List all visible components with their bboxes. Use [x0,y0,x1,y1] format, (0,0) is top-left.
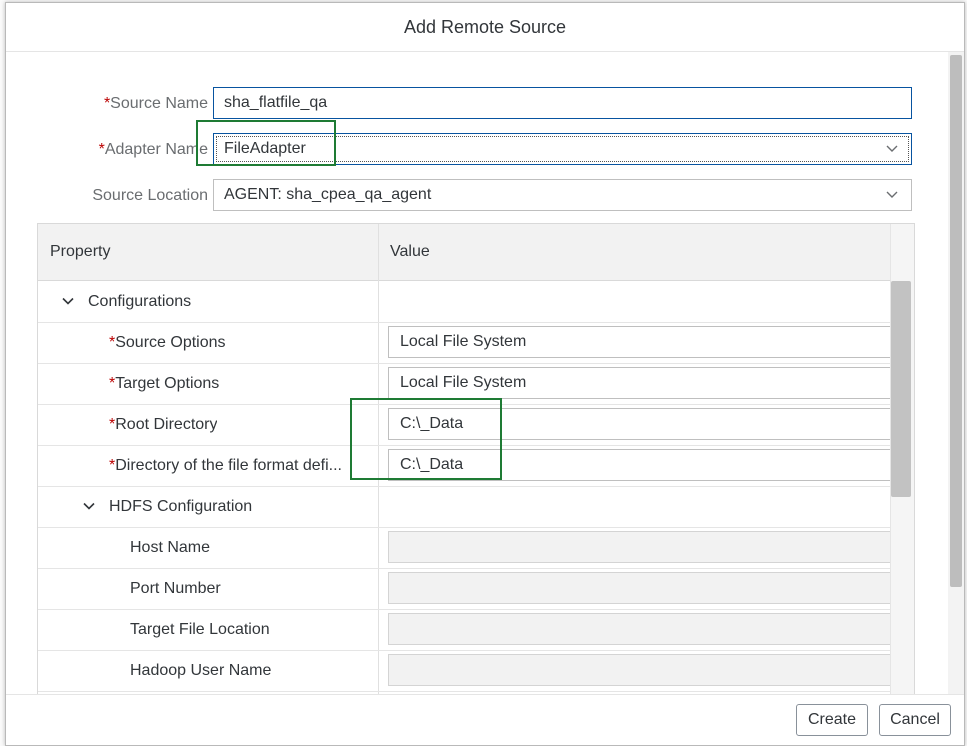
dialog-content: *Source Name sha_flatfile_qa *Adapter Na… [6,52,964,695]
cancel-button[interactable]: Cancel [879,704,951,736]
group-label: HDFS Configuration [109,497,253,515]
chevron-down-icon [886,145,898,152]
chevron-down-icon[interactable] [82,499,96,513]
table-row[interactable]: Configurations [38,281,890,323]
property-label: * Target Options [109,374,220,392]
source-name-label-wrap: *Source Name [6,87,208,121]
dialog-scrollbar-thumb[interactable] [950,55,962,587]
host-name-input [388,531,898,563]
column-header-value: Value [390,243,430,260]
dialog-title: Add Remote Source [403,16,567,37]
property-label: * Source Options [109,333,226,351]
property-label: Port Number [130,579,221,597]
table-row: * Directory of the file format defi... C:… [38,445,898,487]
property-table: Property Value Configurations * Source Op… [37,223,915,695]
target-options-select[interactable]: Local File System [388,367,898,399]
property-label: * Root Directory [109,415,218,433]
table-row: * Target Options Local File System [38,363,898,405]
hadoop-user-name-input [388,654,898,686]
table-row[interactable]: HDFS Configuration [38,486,890,528]
source-location-label: Source Location [92,187,208,204]
table-row: Target File Location [38,609,898,651]
port-number-input [388,572,898,604]
source-name-input[interactable]: sha_flatfile_qa [213,87,912,119]
source-location-label-wrap: Source Location [6,179,208,213]
source-name-label: *Source Name [103,95,208,112]
property-label: Hadoop User Name [130,661,272,679]
table-row: Port Number [38,568,898,610]
source-options-select[interactable]: Local File System [388,326,898,358]
dialog-header: Add Remote Source [6,3,964,52]
table-row: Host Name [38,527,898,569]
column-header-property: Property [50,243,111,260]
table-scrollbar-thumb[interactable] [891,281,911,497]
create-button[interactable]: Create [796,704,868,736]
chevron-down-icon [886,191,898,198]
adapter-name-select[interactable]: FileAdapter [213,133,912,165]
property-label: * Directory of the file format defi... [109,456,342,474]
target-file-location-input [388,613,898,645]
table-header: Property Value [38,224,890,281]
root-directory-input[interactable]: C:\_Data [388,408,898,440]
chevron-down-icon[interactable] [61,294,75,308]
property-label: Host Name [130,538,211,556]
table-row: Hadoop User Name [38,650,898,692]
table-row: * Source Options Local File System [38,322,898,364]
group-label: Configurations [88,292,192,310]
add-remote-source-dialog: Add Remote Source *Source Name sha_flatf… [5,2,965,746]
adapter-name-label: *Adapter Name [98,141,208,158]
file-format-directory-input[interactable]: C:\_Data [388,449,898,481]
source-location-select[interactable]: AGENT: sha_cpea_qa_agent [213,179,912,211]
property-label: Target File Location [130,620,270,638]
table-row: * Root Directory C:\_Data [38,404,898,446]
adapter-name-label-wrap: *Adapter Name [6,133,208,167]
dialog-footer: Create Cancel [6,694,964,745]
